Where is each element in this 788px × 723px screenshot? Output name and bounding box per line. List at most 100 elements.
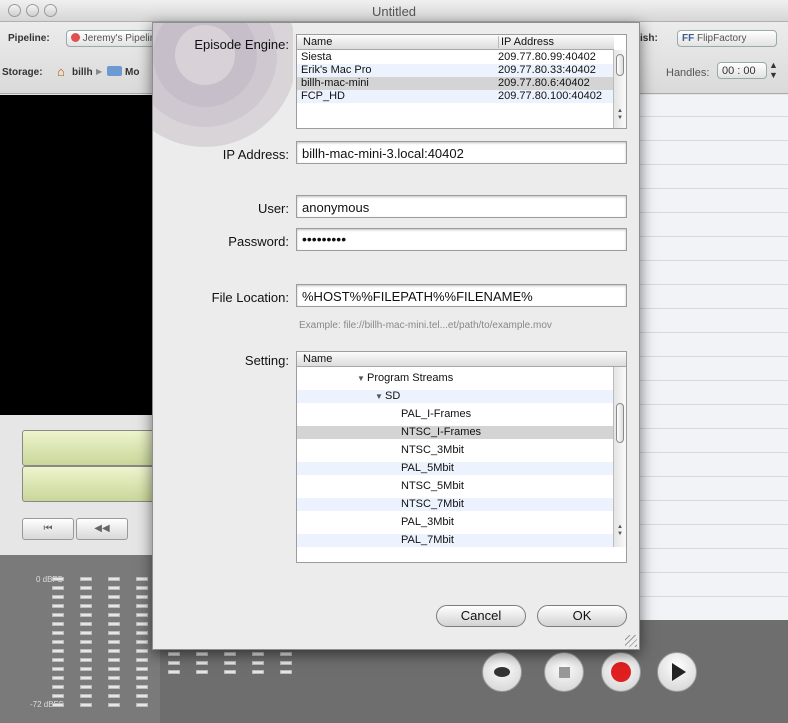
meter-segment [52, 622, 64, 626]
scroll-thumb[interactable] [616, 54, 624, 76]
ip-address-field[interactable]: billh-mac-mini-3.local:40402 [296, 141, 627, 164]
play-button[interactable] [657, 652, 697, 692]
preview-eye-button[interactable] [482, 652, 522, 692]
storage-label: Storage: [2, 67, 43, 78]
list-row [625, 141, 788, 165]
disclosure-triangle-icon[interactable]: ▼ [357, 372, 365, 385]
meter-segment [52, 631, 64, 635]
meter-segment [136, 694, 148, 698]
meter-segment [136, 685, 148, 689]
meter-segment [136, 613, 148, 617]
setting-row[interactable]: NTSC_7Mbit [297, 498, 614, 511]
meter-segment [108, 694, 120, 698]
meter-segment [280, 652, 292, 656]
pipeline-label: Pipeline: [8, 33, 50, 44]
list-row [625, 117, 788, 141]
setting-row[interactable]: PAL_3Mbit [297, 516, 614, 529]
meter-segment [252, 670, 264, 674]
engine-row-selected[interactable]: billh-mac-mini 209.77.80.6:40402 [297, 77, 614, 90]
go-to-start-button[interactable]: ⏮ [22, 518, 74, 540]
meter-segment [52, 703, 64, 707]
engine-row[interactable]: Siesta 209.77.80.99:40402 [297, 51, 614, 64]
file-location-field[interactable]: %HOST%%FILEPATH%%FILENAME% [296, 284, 627, 307]
file-location-example: Example: file://billh-mac-mini.tel...et/… [299, 320, 552, 331]
setting-row[interactable]: ▼ Program Streams [297, 372, 614, 385]
rewind-button[interactable]: ◀◀ [76, 518, 128, 540]
setting-name: PAL_3Mbit [401, 516, 454, 528]
scroll-arrows-icon[interactable]: ▲ ▼ [617, 108, 623, 122]
finish-popup[interactable]: FF FlipFactory [677, 30, 777, 47]
setting-name-header[interactable]: Name [303, 353, 332, 365]
meter-segment [108, 622, 120, 626]
meter-segment [168, 670, 180, 674]
resize-grip-icon[interactable] [625, 635, 637, 647]
ok-button[interactable]: OK [537, 605, 627, 627]
home-icon: ⌂ [57, 64, 65, 79]
engine-table[interactable]: Name IP Address Siesta 209.77.80.99:4040… [296, 34, 627, 129]
password-field[interactable]: ••••••••• [296, 228, 627, 251]
play-icon [672, 663, 686, 681]
meter-segment [224, 652, 236, 656]
engine-table-scrollbar[interactable]: ▲ ▼ [613, 50, 626, 128]
handles-stepper-icon[interactable]: ▲ ▼ [769, 60, 778, 80]
setting-row[interactable]: NTSC_3Mbit [297, 444, 614, 457]
meter-segment [136, 649, 148, 653]
meter-segment [108, 649, 120, 653]
engine-row[interactable]: Erik's Mac Pro 209.77.80.33:40402 [297, 64, 614, 77]
meter-segment [136, 595, 148, 599]
cancel-button[interactable]: Cancel [436, 605, 526, 627]
meter-segment [52, 586, 64, 590]
disclosure-triangle-icon[interactable]: ▼ [375, 390, 383, 403]
setting-row[interactable]: PAL_5Mbit [297, 462, 614, 475]
setting-row-selected[interactable]: NTSC_I-Frames [297, 426, 614, 439]
meter-segment [108, 667, 120, 671]
stop-button[interactable] [544, 652, 584, 692]
meter-segment [80, 595, 92, 599]
eye-icon [494, 667, 510, 677]
list-row [625, 357, 788, 381]
pipeline-popup[interactable]: Jeremy's Pipeline [66, 30, 156, 47]
setting-name: NTSC_I-Frames [401, 426, 482, 438]
meter-segment [108, 595, 120, 599]
title-bar: Untitled [0, 0, 788, 22]
pipeline-status-icon [71, 33, 80, 42]
column-name-header[interactable]: Name [303, 36, 332, 48]
meter-segment [108, 658, 120, 662]
list-row [625, 95, 788, 117]
folder-icon [107, 66, 122, 76]
meter-segment [52, 613, 64, 617]
setting-row[interactable]: NTSC_5Mbit [297, 480, 614, 493]
scroll-thumb[interactable] [616, 403, 624, 443]
record-button[interactable] [601, 652, 641, 692]
setting-table-scrollbar[interactable]: ▲ ▼ [613, 367, 626, 547]
storage-crumb-folder[interactable]: Mo [125, 67, 139, 78]
storage-crumb-home[interactable]: billh [72, 67, 93, 78]
meter-segment [52, 676, 64, 680]
list-row [625, 405, 788, 429]
setting-table-header: Name [297, 352, 626, 367]
meter-segment [252, 652, 264, 656]
meter-segment [80, 676, 92, 680]
meter-segment [52, 640, 64, 644]
meter-segment [80, 622, 92, 626]
meter-segment [52, 595, 64, 599]
user-field[interactable]: anonymous [296, 195, 627, 218]
setting-row[interactable]: ▼ SD [297, 390, 614, 403]
meter-segment [136, 604, 148, 608]
engine-row[interactable]: FCP_HD 209.77.80.100:40402 [297, 90, 614, 103]
record-icon [611, 662, 631, 682]
flipfactory-icon: FF [682, 33, 695, 44]
meter-segment [80, 604, 92, 608]
window-title: Untitled [371, 4, 417, 19]
scroll-arrows-icon[interactable]: ▲ ▼ [617, 524, 623, 538]
handles-field[interactable]: 00 : 00 [717, 62, 767, 79]
column-ip-header[interactable]: IP Address [498, 36, 554, 48]
setting-row[interactable]: PAL_7Mbit [297, 534, 614, 547]
meter-segment [108, 703, 120, 707]
setting-row[interactable]: PAL_I-Frames [297, 408, 614, 421]
setting-table[interactable]: Name ▼ Program Streams ▼ SD PAL_I-Frames… [296, 351, 627, 563]
meter-segment [80, 586, 92, 590]
meter-segment [136, 667, 148, 671]
meter-segment [108, 586, 120, 590]
meter-segment [52, 685, 64, 689]
